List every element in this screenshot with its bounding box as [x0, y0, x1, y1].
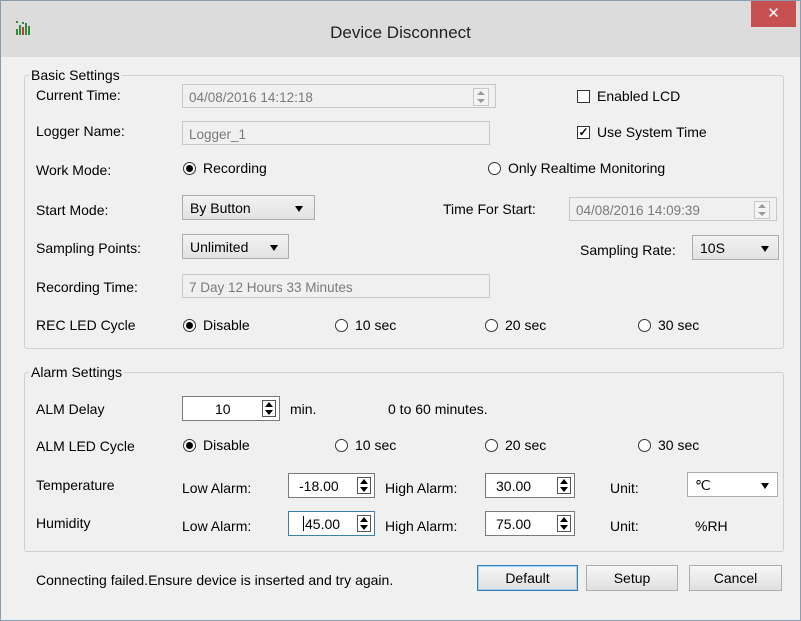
setup-button[interactable]: Setup	[586, 565, 678, 591]
alm-led-20sec-label: 20 sec	[505, 437, 547, 453]
chevron-down-icon	[761, 246, 769, 252]
time-for-start-label: Time For Start:	[443, 201, 536, 217]
temp-low-alarm-input[interactable]: -18.00	[288, 473, 375, 498]
alm-delay-hint: 0 to 60 minutes.	[388, 401, 488, 417]
rec-led-disable-label: Disable	[203, 317, 250, 333]
temp-high-alarm-input[interactable]: 30.00	[485, 473, 575, 498]
basic-settings-legend: Basic Settings	[31, 67, 120, 83]
logger-name-field: Logger_1	[182, 121, 490, 145]
alm-led-30sec-radio[interactable]	[638, 439, 651, 452]
hum-unit-label: Unit:	[610, 518, 639, 534]
rec-led-10sec-label: 10 sec	[355, 317, 397, 333]
recording-time-field: 7 Day 12 Hours 33 Minutes	[182, 274, 490, 298]
dialog-client: Basic Settings Current Time: 04/08/2016 …	[9, 57, 790, 613]
status-message: Connecting failed.Ensure device is inser…	[36, 572, 394, 588]
sampling-points-value: Unlimited	[190, 239, 249, 255]
alm-delay-input[interactable]: 10	[182, 396, 280, 421]
current-time-field: 04/08/2016 14:12:18	[182, 84, 496, 108]
work-mode-recording-radio[interactable]	[183, 162, 196, 175]
alm-led-disable-label: Disable	[203, 437, 250, 453]
temp-unit-select[interactable]: ℃	[687, 472, 778, 497]
sampling-points-select[interactable]: Unlimited	[182, 234, 289, 259]
close-icon: ✕	[767, 5, 780, 22]
alarm-settings-legend: Alarm Settings	[31, 364, 123, 380]
current-time-label: Current Time:	[36, 87, 121, 103]
sampling-rate-value: 10S	[700, 240, 725, 256]
dialog-window: Device Disconnect ✕ Basic Settings Curre…	[0, 0, 801, 621]
hum-high-spinner[interactable]	[557, 515, 571, 532]
cancel-button[interactable]: Cancel	[689, 565, 782, 591]
temp-low-value: -18.00	[299, 478, 339, 494]
start-mode-select[interactable]: By Button	[182, 195, 315, 220]
close-button[interactable]: ✕	[751, 1, 796, 27]
rec-led-10sec-radio[interactable]	[335, 319, 348, 332]
start-mode-label: Start Mode:	[36, 202, 109, 218]
work-mode-recording-label: Recording	[203, 160, 267, 176]
alm-led-cycle-label: ALM LED Cycle	[36, 438, 135, 454]
time-for-start-spinner	[754, 201, 770, 219]
hum-high-alarm-label: High Alarm:	[385, 518, 458, 534]
temp-unit-label: Unit:	[610, 480, 639, 496]
hum-low-alarm-input[interactable]: 45.00	[288, 511, 375, 536]
temperature-label: Temperature	[36, 477, 115, 493]
window-title: Device Disconnect	[330, 23, 471, 42]
alm-led-10sec-label: 10 sec	[355, 437, 397, 453]
sampling-rate-label: Sampling Rate:	[580, 242, 676, 258]
sampling-points-label: Sampling Points:	[36, 240, 142, 256]
text-caret	[303, 516, 304, 531]
use-system-time-checkbox[interactable]: ✓	[577, 126, 590, 139]
hum-high-alarm-input[interactable]: 75.00	[485, 511, 575, 536]
humidity-label: Humidity	[36, 515, 91, 531]
enabled-lcd-checkbox[interactable]	[577, 90, 590, 103]
time-for-start-field: 04/08/2016 14:09:39	[569, 197, 777, 221]
recording-time-label: Recording Time:	[36, 279, 138, 295]
current-time-spinner	[473, 88, 489, 106]
temp-low-alarm-label: Low Alarm:	[182, 480, 252, 496]
current-time-value: 04/08/2016 14:12:18	[189, 90, 313, 105]
logger-name-label: Logger Name:	[36, 123, 125, 139]
time-for-start-value: 04/08/2016 14:09:39	[576, 203, 700, 218]
alm-led-10sec-radio[interactable]	[335, 439, 348, 452]
start-mode-value: By Button	[190, 200, 251, 216]
hum-low-spinner[interactable]	[357, 515, 371, 532]
recording-time-value: 7 Day 12 Hours 33 Minutes	[189, 280, 353, 295]
sampling-rate-select[interactable]: 10S	[692, 235, 779, 260]
temp-high-alarm-label: High Alarm:	[385, 480, 458, 496]
temp-high-spinner[interactable]	[557, 477, 571, 494]
default-button[interactable]: Default	[477, 565, 578, 591]
temp-high-value: 30.00	[496, 478, 532, 494]
rec-led-cycle-label: REC LED Cycle	[36, 317, 136, 333]
chevron-down-icon	[270, 245, 278, 251]
rec-led-30sec-label: 30 sec	[658, 317, 700, 333]
rec-led-disable-radio[interactable]	[183, 319, 196, 332]
alm-led-disable-radio[interactable]	[183, 439, 196, 452]
title-bar[interactable]: Device Disconnect ✕	[1, 1, 800, 57]
checkmark-icon: ✓	[578, 125, 589, 139]
work-mode-realtime-label: Only Realtime Monitoring	[508, 160, 666, 176]
logger-name-value: Logger_1	[189, 127, 247, 142]
alm-delay-value: 10	[215, 401, 231, 417]
alm-led-20sec-radio[interactable]	[485, 439, 498, 452]
rec-led-30sec-radio[interactable]	[638, 319, 651, 332]
alm-delay-spinner[interactable]	[262, 400, 276, 417]
work-mode-label: Work Mode:	[36, 162, 112, 178]
chevron-down-icon	[295, 206, 303, 212]
hum-low-value: 45.00	[305, 516, 341, 532]
enabled-lcd-label: Enabled LCD	[597, 88, 681, 104]
temp-low-spinner[interactable]	[357, 477, 371, 494]
alm-delay-label: ALM Delay	[36, 401, 105, 417]
work-mode-realtime-radio[interactable]	[488, 162, 501, 175]
rec-led-20sec-radio[interactable]	[485, 319, 498, 332]
hum-high-value: 75.00	[496, 516, 532, 532]
alm-led-30sec-label: 30 sec	[658, 437, 700, 453]
hum-low-alarm-label: Low Alarm:	[182, 518, 252, 534]
rec-led-20sec-label: 20 sec	[505, 317, 547, 333]
use-system-time-label: Use System Time	[597, 124, 707, 140]
hum-unit-value: %RH	[695, 518, 728, 534]
chevron-down-icon	[761, 483, 769, 489]
alm-delay-unit: min.	[290, 401, 317, 417]
temp-unit-value: ℃	[695, 477, 711, 493]
